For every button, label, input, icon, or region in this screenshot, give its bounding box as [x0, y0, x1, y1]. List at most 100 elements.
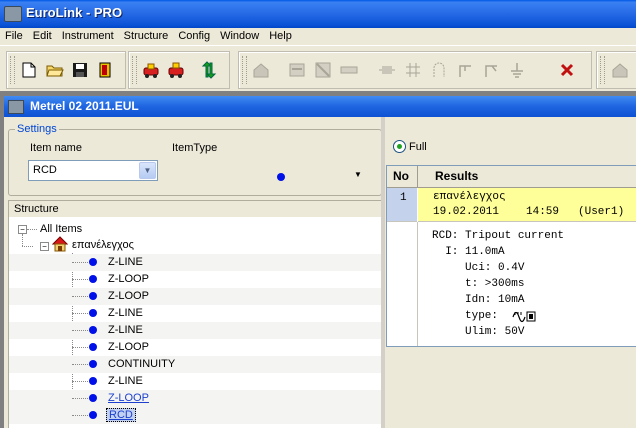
col-no-header[interactable]: No — [387, 166, 418, 188]
object-icon[interactable] — [251, 60, 271, 80]
tree-item[interactable]: Z-LINE — [108, 256, 143, 268]
tree-item[interactable]: Z-LOOP — [108, 341, 149, 353]
rcd-type-icon — [512, 310, 536, 326]
toolbar-grip[interactable] — [10, 56, 15, 84]
toolbar-group-instrument — [128, 51, 230, 89]
tree-row — [9, 356, 381, 373]
result-test-title: RCD: Tripout current — [432, 230, 565, 242]
structure-header: Structure — [8, 200, 381, 217]
chevron-down-icon[interactable]: ▼ — [139, 162, 156, 179]
test-dot-icon — [89, 411, 97, 419]
item-type-label: ItemType — [172, 142, 218, 154]
cable-icon[interactable] — [429, 60, 449, 80]
result-ulim: Ulim: 50V — [432, 326, 525, 338]
result-user: (User1) — [578, 206, 625, 218]
item-name-label: Item name — [30, 142, 82, 154]
toolbar-grip[interactable] — [600, 56, 605, 84]
test-dot-icon — [89, 275, 97, 283]
branch-icon[interactable] — [455, 60, 475, 80]
tree-item-selected[interactable]: RCD — [106, 408, 136, 422]
app-title: EuroLink - PRO — [26, 5, 123, 20]
object-icon[interactable] — [610, 60, 630, 80]
element-icon[interactable] — [377, 60, 397, 80]
test-dot-icon — [89, 360, 97, 368]
structure-tree[interactable]: − All Items − επανέλεγχος Z-LINE Z-LOOP … — [8, 217, 381, 428]
row-number: 1 — [400, 192, 407, 204]
structure-title: Structure — [14, 203, 59, 215]
box-icon[interactable] — [287, 60, 307, 80]
tree-row — [9, 288, 381, 305]
toolbar-group-file — [6, 51, 126, 89]
save-icon[interactable] — [70, 60, 90, 80]
document-title: Metrel 02 2011.EUL — [30, 99, 139, 113]
full-radio-label: Full — [409, 141, 427, 153]
menu-instrument[interactable]: Instrument — [57, 28, 119, 45]
sync-icon[interactable] — [199, 60, 219, 80]
app-title-bar[interactable]: EuroLink - PRO — [0, 0, 636, 28]
test-dot-icon — [89, 309, 97, 317]
row-number-cell[interactable]: 1 — [387, 188, 417, 222]
menu-window[interactable]: Window — [215, 28, 264, 45]
upload-icon[interactable] — [166, 60, 186, 80]
item-name-select[interactable]: RCD ▼ — [28, 160, 158, 181]
results-grid[interactable]: No Results 1 επανέλεγχος 19.02.2011 14:5… — [386, 165, 636, 347]
col-results-header[interactable]: Results — [418, 166, 636, 188]
tree-row — [9, 254, 381, 271]
connection-icon[interactable] — [339, 60, 359, 80]
tree-item[interactable]: Z-LINE — [108, 307, 143, 319]
toolbar-group-extra — [596, 51, 636, 89]
test-dot-icon — [89, 394, 97, 402]
switch-icon[interactable] — [481, 60, 501, 80]
menu-bar: File Edit Instrument Structure Config Wi… — [0, 28, 636, 45]
ground-icon[interactable] — [507, 60, 527, 80]
exit-icon[interactable] — [95, 60, 115, 80]
app-icon — [4, 6, 22, 22]
document-icon — [8, 100, 24, 114]
download-icon[interactable] — [141, 60, 161, 80]
document-title-bar[interactable]: Metrel 02 2011.EUL — [4, 96, 636, 117]
open-icon[interactable] — [45, 60, 65, 80]
tree-item[interactable]: Z-LOOP — [108, 273, 149, 285]
result-time: 14:59 — [526, 206, 560, 218]
fuse-icon[interactable] — [313, 60, 333, 80]
toolbar — [0, 45, 636, 91]
tree-row — [9, 407, 381, 424]
tree-row — [9, 390, 381, 407]
toolbar-grip[interactable] — [132, 56, 137, 84]
test-dot-icon — [89, 377, 97, 385]
grid-icon[interactable] — [403, 60, 423, 80]
settings-legend: Settings — [15, 123, 59, 135]
menu-help[interactable]: Help — [264, 28, 297, 45]
tree-item[interactable]: Z-LINE — [108, 375, 143, 387]
menu-structure[interactable]: Structure — [119, 28, 174, 45]
item-name-value: RCD — [33, 164, 57, 176]
tree-item[interactable]: Z-LINE — [108, 324, 143, 336]
toolbar-group-structure — [238, 51, 592, 89]
new-icon[interactable] — [19, 60, 39, 80]
tree-row — [9, 322, 381, 339]
selected-result-row[interactable]: επανέλεγχος 19.02.2011 14:59 (User1) — [418, 188, 636, 222]
tree-object[interactable]: επανέλεγχος — [72, 239, 134, 251]
tree-item[interactable]: Z-LOOP — [108, 392, 149, 404]
test-dot-icon — [89, 292, 97, 300]
delete-icon[interactable] — [557, 60, 577, 80]
collapse-icon[interactable]: − — [40, 242, 49, 251]
result-object-name: επανέλεγχος — [433, 191, 506, 203]
item-type-dropdown-icon[interactable]: ▼ — [354, 170, 362, 179]
full-radio[interactable] — [393, 140, 406, 153]
menu-config[interactable]: Config — [173, 28, 215, 45]
tree-item[interactable]: CONTINUITY — [108, 358, 175, 370]
item-type-dot-icon — [277, 173, 285, 181]
result-time-t: t: >300ms — [432, 278, 525, 290]
menu-file[interactable]: File — [0, 28, 28, 45]
test-dot-icon — [89, 258, 97, 266]
menu-edit[interactable]: Edit — [28, 28, 57, 45]
toolbar-grip[interactable] — [242, 56, 247, 84]
result-idn: Idn: 10mA — [432, 294, 525, 306]
result-uci: Uci: 0.4V — [432, 262, 525, 274]
tree-item[interactable]: Z-LOOP — [108, 290, 149, 302]
test-dot-icon — [89, 343, 97, 351]
tree-root[interactable]: All Items — [40, 223, 82, 235]
result-current: I: 11.0mA — [432, 246, 505, 258]
collapse-icon[interactable]: − — [18, 225, 27, 234]
